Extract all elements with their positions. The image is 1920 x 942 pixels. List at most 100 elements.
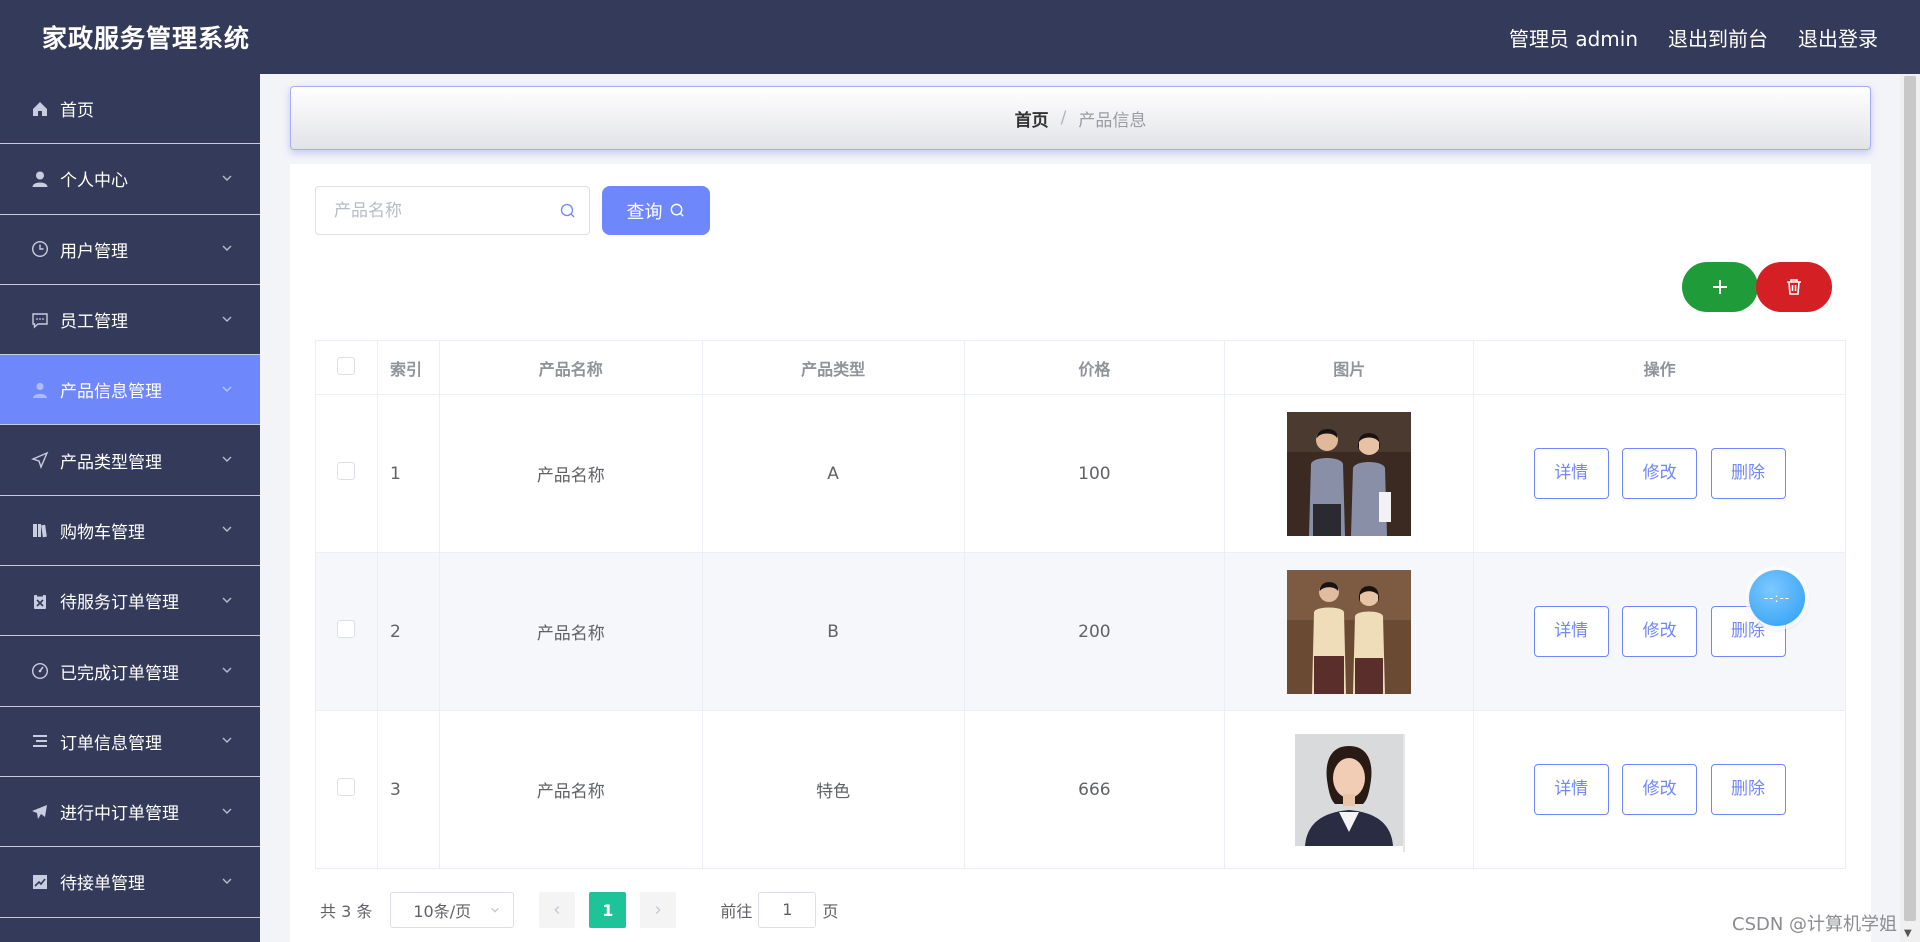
sidebar-item-label: 待服务订单管理 [60,593,179,614]
sidebar-item-pending-service[interactable]: 待服务订单管理 [0,566,260,637]
chevron-down-icon [222,737,232,744]
search-icon [670,203,684,217]
row-checkbox[interactable] [337,620,356,638]
row-index: 2 [376,552,440,711]
row-checkbox[interactable] [337,462,356,480]
plus-icon [1713,280,1727,294]
home-icon [30,99,50,119]
edit-button[interactable]: 修改 [1622,764,1698,815]
send-icon [30,450,50,470]
sidebar-item-in-progress[interactable]: 进行中订单管理 [0,777,260,848]
sidebar-item-product-type[interactable]: 产品类型管理 [0,425,260,496]
chevron-down-icon [222,878,232,884]
table-header-row: 索引 产品名称 产品类型 价格 图片 操作 [315,340,1846,395]
chevron-down-icon [222,526,232,533]
chevron-left-icon [554,906,560,914]
detail-button[interactable]: 详情 [1533,606,1609,657]
gauge-icon [30,661,50,681]
row-image-cell [1224,394,1475,553]
floating-timer-ball[interactable]: --:-- [1749,570,1805,626]
chart-icon [30,872,50,892]
chat-icon [30,310,50,330]
row-price: 100 [963,394,1226,553]
row-price: 200 [963,552,1226,711]
row-index: 1 [376,394,440,553]
back-to-front-link[interactable]: 退出到前台 [1668,23,1768,52]
sidebar-item-profile[interactable]: 个人中心 [0,144,260,215]
scrollbar-thumb[interactable] [1904,76,1916,921]
list-icon [30,731,50,751]
chevron-down-icon [222,316,232,322]
next-page-button[interactable] [640,892,677,928]
product-image[interactable] [1287,411,1412,536]
pagination-total: 共 3 条 [320,902,373,921]
row-price: 666 [963,710,1226,869]
row-actions: 详情 修改 删除 [1473,710,1846,869]
detail-button[interactable]: 详情 [1533,448,1609,499]
chevron-down-icon [222,456,232,463]
sidebar-item-label: 首页 [60,101,94,122]
sidebar-item-awaiting[interactable]: 待接单管理 [0,847,260,918]
sidebar-item-order-info[interactable]: 订单信息管理 [0,707,260,777]
admin-label[interactable]: 管理员 admin [1509,23,1638,52]
main-content: 首页 / 产品信息 查询 索引 产品名称 产品类型 价格 [260,74,1900,942]
chevron-down-icon [222,386,232,392]
search-input[interactable] [334,200,544,221]
sidebar: 首页 个人中心 用户管理 员工管理 产品信息管理 产品类型管理 购物车管理 待服… [0,74,260,942]
product-image[interactable] [1287,569,1412,694]
row-name: 产品名称 [438,710,703,869]
sidebar-item-label: 已完成订单管理 [60,663,179,684]
person-icon [30,380,50,400]
breadcrumb-home[interactable]: 首页 [1015,106,1049,131]
sidebar-item-cart[interactable]: 购物车管理 [0,496,260,567]
table-row: 3 产品名称 特色 666 详情 修改 删除 [315,710,1846,869]
sidebar-item-product-info[interactable]: 产品信息管理 [0,355,260,426]
watermark: CSDN @计算机学姐 [1732,914,1898,935]
sidebar-item-label: 购物车管理 [60,522,145,543]
row-checkbox-cell [315,552,378,711]
chevron-down-icon [222,245,232,252]
page-size-select[interactable]: 10条/页 [390,892,515,928]
edit-button[interactable]: 修改 [1622,606,1698,657]
row-checkbox[interactable] [337,778,356,796]
header-index: 索引 [376,340,440,395]
sidebar-item-label: 员工管理 [60,312,128,333]
query-button[interactable]: 查询 [602,186,710,235]
delete-button[interactable]: 删除 [1710,764,1786,815]
breadcrumb: 首页 / 产品信息 [290,86,1871,150]
pagination: 共 3 条 10条/页 1 前往 1 页 [320,892,838,928]
sidebar-item-completed[interactable]: 已完成订单管理 [0,636,260,707]
sidebar-item-users[interactable]: 用户管理 [0,215,260,285]
detail-button[interactable]: 详情 [1533,764,1609,815]
sidebar-item-label: 个人中心 [60,171,128,192]
user-icon [30,169,50,189]
header-type: 产品类型 [701,340,965,395]
row-type: A [701,394,965,553]
edit-button[interactable]: 修改 [1622,448,1698,499]
sidebar-item-home[interactable]: 首页 [0,74,260,145]
delete-button[interactable]: 删除 [1710,448,1786,499]
table-row: 1 产品名称 A 100 详情 修改 删除 [315,394,1846,553]
page-scrollbar[interactable]: ▼ [1900,74,1920,942]
select-all-checkbox[interactable] [337,356,356,375]
scroll-down-arrow-icon[interactable]: ▼ [1904,928,1912,939]
batch-delete-button[interactable] [1756,262,1832,312]
logout-link[interactable]: 退出登录 [1798,23,1878,52]
goto-page-input[interactable]: 1 [758,892,817,928]
sidebar-item-staff[interactable]: 员工管理 [0,285,260,356]
row-image-cell [1224,710,1475,869]
search-icon [560,203,575,218]
query-button-label: 查询 [626,201,663,222]
sidebar-item-label: 进行中订单管理 [60,804,179,825]
prev-page-button[interactable] [539,892,576,928]
page-number-current[interactable]: 1 [589,892,627,928]
chevron-down-icon [222,597,232,603]
product-table: 索引 产品名称 产品类型 价格 图片 操作 1 产品名称 A 100 详情 修改… [315,340,1846,869]
add-button[interactable] [1682,262,1758,312]
row-checkbox-cell [315,394,378,553]
sidebar-item-label: 待接单管理 [60,874,145,895]
sidebar-item-label: 产品信息管理 [60,382,162,403]
product-image[interactable] [1287,727,1412,852]
row-index: 3 [376,710,440,869]
row-type: B [701,552,965,711]
